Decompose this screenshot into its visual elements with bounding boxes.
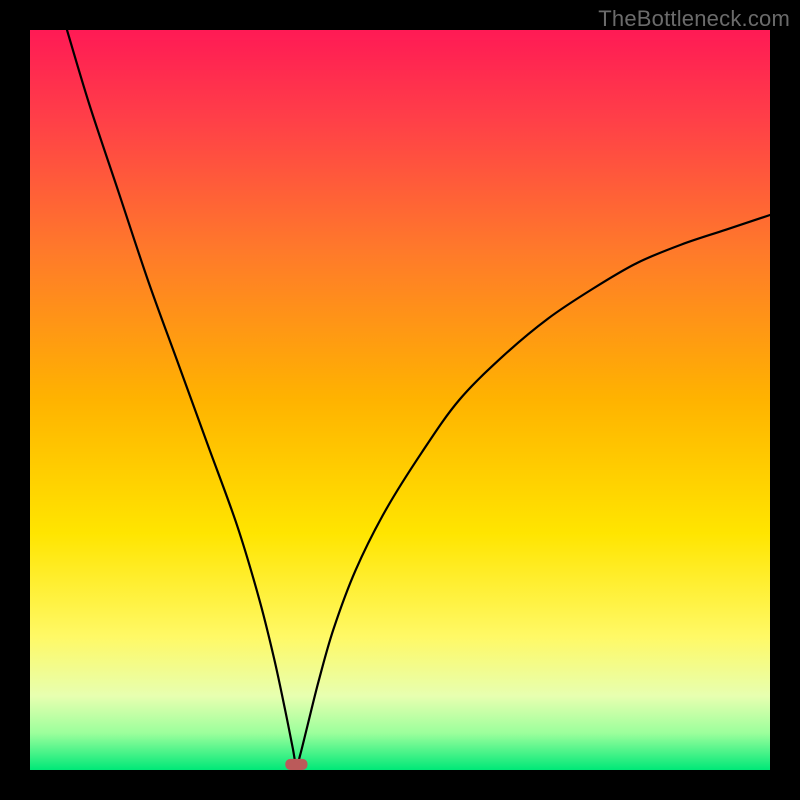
chart-stage: TheBottleneck.com bbox=[0, 0, 800, 800]
bottleneck-chart bbox=[30, 30, 770, 770]
gradient-background bbox=[30, 30, 770, 770]
minimum-marker bbox=[285, 759, 307, 770]
watermark-text: TheBottleneck.com bbox=[598, 6, 790, 32]
